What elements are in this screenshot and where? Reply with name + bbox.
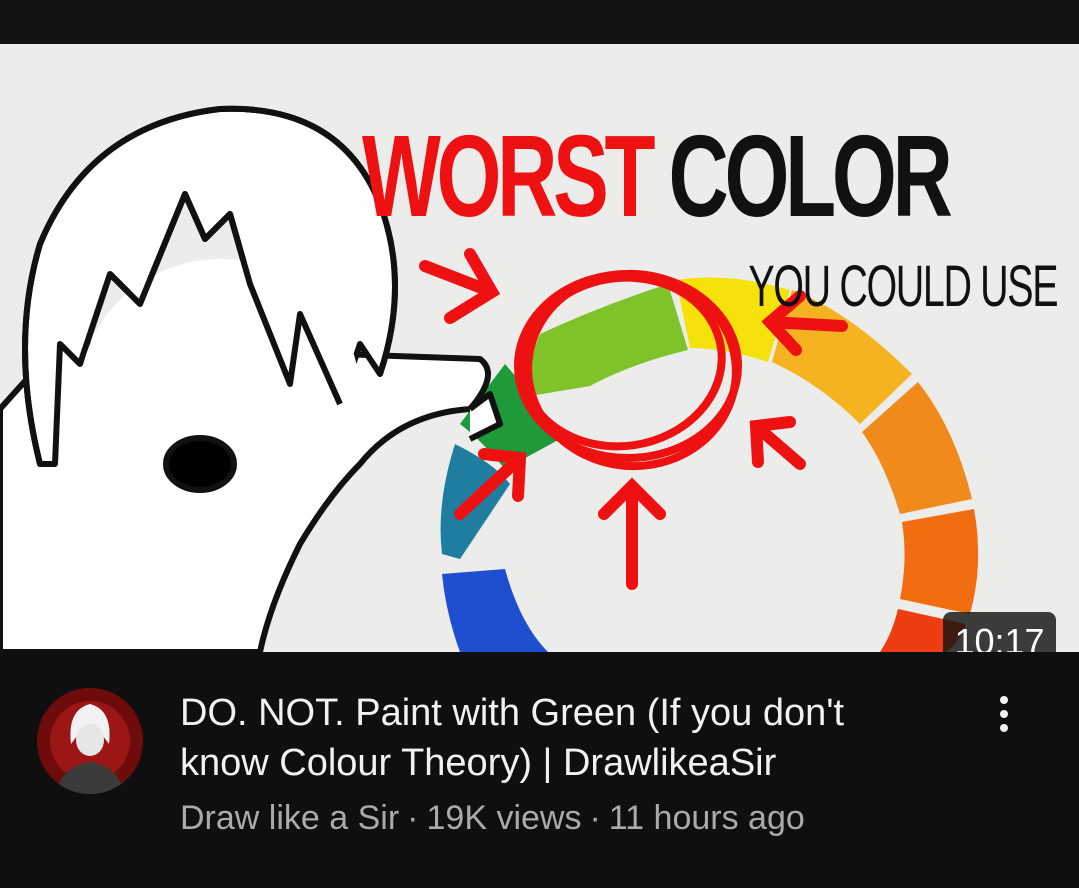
thumbnail-subheadline: YOU COULD USE: [748, 254, 1058, 319]
headline-black-text: COLOR: [668, 111, 953, 241]
status-bar-area: [0, 0, 1079, 44]
view-count: 19K views: [426, 799, 582, 837]
channel-avatar[interactable]: [37, 688, 143, 794]
more-options-button[interactable]: [982, 692, 1026, 736]
avatar-icon: [37, 688, 143, 794]
channel-name[interactable]: Draw like a Sir: [180, 799, 399, 837]
video-info: DO. NOT. Paint with Green (If you don't …: [0, 652, 1079, 888]
video-meta: Draw like a Sir · 19K views · 11 hours ago: [180, 798, 805, 838]
upload-age: 11 hours ago: [608, 799, 805, 837]
more-vert-icon: [1000, 696, 1008, 732]
duration-badge: 10:17: [943, 612, 1056, 652]
meta-separator: ·: [407, 799, 419, 837]
meta-separator: ·: [589, 799, 601, 837]
thumbnail-headline: WORST COLOR: [362, 118, 953, 234]
headline-red-text: WORST: [362, 111, 656, 241]
video-title[interactable]: DO. NOT. Paint with Green (If you don't …: [180, 688, 940, 788]
video-thumbnail[interactable]: WORST COLOR YOU COULD USE 10:17: [0, 44, 1079, 652]
